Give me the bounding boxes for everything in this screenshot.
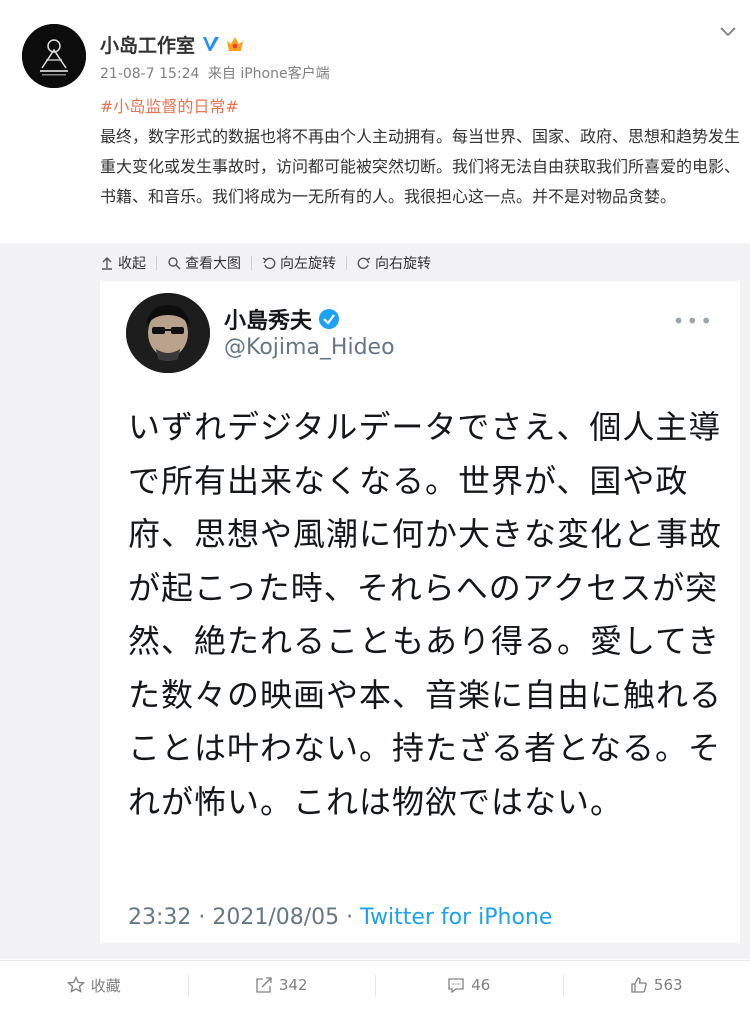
toolbar-divider [156,256,157,270]
toolbar-divider [251,256,252,270]
comment-button[interactable]: 46 [375,961,563,1009]
tweet-text: いずれデジタルデータでさえ、個人主導で所有出来なくなる。世界が、国や政府、思想や… [128,408,723,821]
post-meta: 21-08-7 15:24 来自 iPhone客户端 [100,63,334,83]
author-avatar[interactable] [22,24,86,88]
favorite-label: 收藏 [90,976,121,995]
tweet-screenshot[interactable]: 小島秀夫 @Kojima_Hideo ••• いずれデジタルデータでさえ、個人主… [100,281,740,943]
tweet-source: Twitter for iPhone [360,905,553,930]
studio-logo-icon [22,24,86,88]
portrait-icon [126,293,210,373]
star-icon [66,976,85,993]
author-name[interactable]: 小岛工作室 [100,31,195,58]
magnifier-icon [168,257,181,270]
post-body: #小岛监督的日常# 最终，数字形式的数据也将不再由个人主动拥有。每当世界、国家、… [100,92,740,212]
rotate-left-button[interactable]: 向左旋转 [262,253,336,273]
like-button[interactable]: 563 [562,961,750,1009]
vip-crown-icon[interactable] [225,34,245,54]
topic-hashtag[interactable]: #小岛监督的日常# [100,92,740,122]
rotate-right-icon [357,257,371,270]
post-timestamp[interactable]: 21-08-7 15:24 [100,66,199,82]
more-options-icon: ••• [672,309,714,333]
tweet-time: 23:32 · 2021/08/05 · [128,905,361,930]
rotate-right-button[interactable]: 向右旋转 [357,253,431,273]
post-header: 小岛工作室 21-08-7 15:24 来自 iPhone客户端 [0,0,750,90]
image-viewer: 收起 查看大图 向左旋转 向右旋转 小島秀夫 @Kojima_Hideo •••… [0,243,750,959]
rotate-left-icon [262,257,276,270]
favorite-button[interactable]: 收藏 [0,961,188,1009]
verified-v-icon [203,37,220,51]
toolbar-divider [346,256,347,270]
tweet-author-name: 小島秀夫 [224,309,313,334]
arrow-up-icon [102,257,112,270]
share-icon [256,977,272,993]
tweet-author-avatar [126,293,210,373]
repost-button[interactable]: 342 [187,961,376,1009]
repost-count: 342 [278,976,308,994]
image-toolbar: 收起 查看大图 向左旋转 向右旋转 [100,251,431,275]
collapse-label: 收起 [118,256,146,272]
post-action-bar: 收藏 342 46 563 [0,960,750,1009]
post-text: 最终，数字形式的数据也将不再由个人主动拥有。每当世界、国家、政府、思想和趋势发生… [100,127,741,206]
collapse-image-button[interactable]: 收起 [100,253,146,273]
tweet-footer: 23:32 · 2021/08/05 · Twitter for iPhone [128,905,552,930]
comment-icon [448,978,464,994]
rotate-left-label: 向左旋转 [280,256,336,272]
verified-check-icon [319,309,340,329]
view-large-button[interactable]: 查看大图 [167,253,241,273]
chevron-down-icon[interactable] [718,24,738,40]
view-large-label: 查看大图 [185,256,241,272]
comment-count: 46 [471,976,491,994]
like-count: 563 [653,976,683,994]
post-source: 来自 iPhone客户端 [207,66,330,82]
thumbs-up-icon [631,977,647,993]
tweet-author-handle: @Kojima_Hideo [224,335,395,360]
rotate-right-label: 向右旋转 [375,256,431,272]
